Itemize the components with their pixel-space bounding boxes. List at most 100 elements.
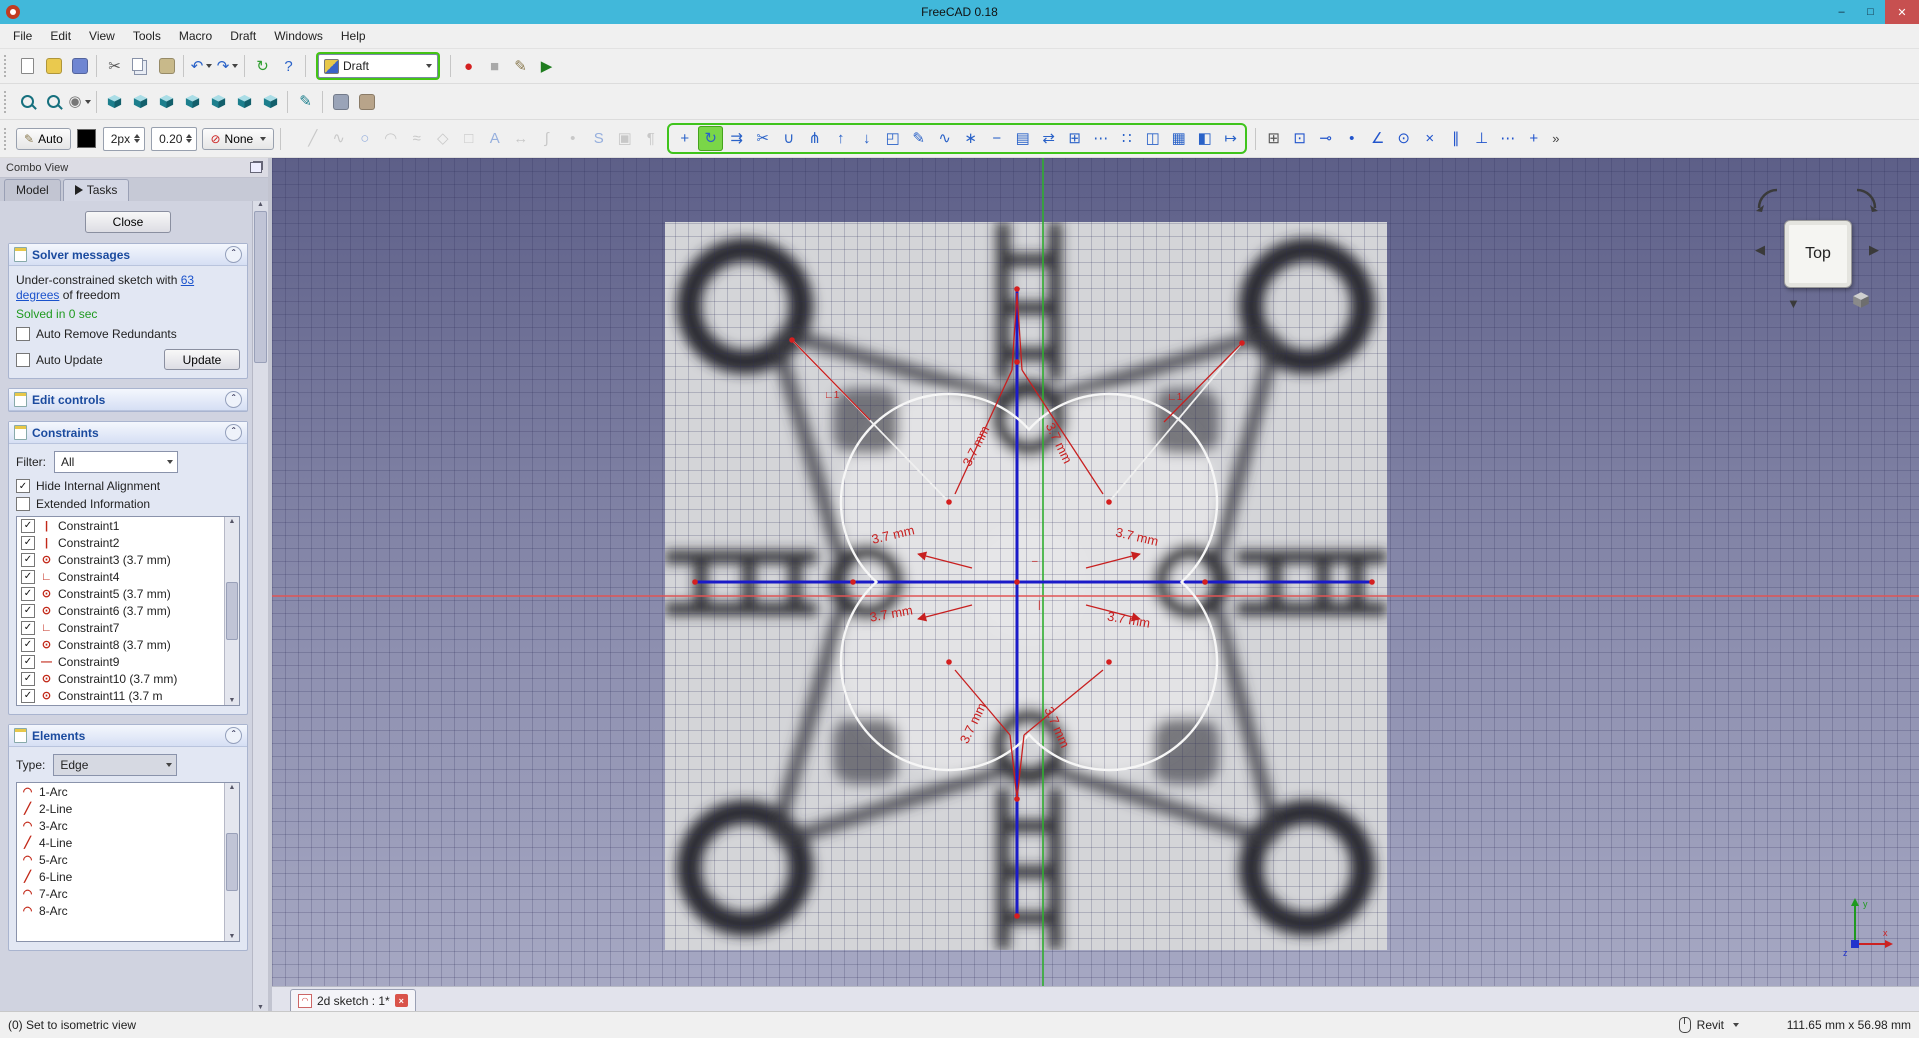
close-button[interactable]: ✕ bbox=[1885, 0, 1919, 24]
constraint-row[interactable]: ✓ | Constraint2 bbox=[17, 534, 239, 551]
dimension-label[interactable]: 3.7 mm bbox=[870, 522, 916, 546]
tab-model[interactable]: Model bbox=[4, 179, 61, 201]
menu-tools[interactable]: Tools bbox=[124, 26, 170, 46]
nav-style-selector[interactable]: Revit bbox=[1697, 1018, 1724, 1032]
draft-path-array-icon[interactable]: ⋯ bbox=[1088, 126, 1113, 151]
constraint-checkbox[interactable]: ✓ bbox=[21, 620, 35, 635]
draft-add-point-icon[interactable]: ∗ bbox=[958, 126, 983, 151]
fit-selection-icon[interactable] bbox=[41, 89, 66, 114]
constraint-checkbox[interactable]: ✓ bbox=[21, 637, 35, 652]
constraint-checkbox[interactable]: ✓ bbox=[21, 535, 35, 550]
draft-join-icon[interactable]: ∪ bbox=[776, 126, 801, 151]
sketch-point[interactable] bbox=[789, 337, 795, 343]
draft-label-icon[interactable]: ¶ bbox=[638, 126, 663, 151]
view-rear-icon[interactable] bbox=[206, 89, 231, 114]
scroll-up-icon[interactable]: ▲ bbox=[229, 784, 236, 791]
draft-clone-icon[interactable]: ◫ bbox=[1140, 126, 1165, 151]
collapse-icon[interactable]: ˆ bbox=[225, 424, 242, 441]
scroll-down-icon[interactable]: ▼ bbox=[257, 1004, 264, 1011]
snap-extension-icon[interactable]: ⋯ bbox=[1495, 126, 1520, 151]
open-file-icon[interactable] bbox=[41, 54, 66, 79]
menu-macro[interactable]: Macro bbox=[170, 26, 221, 46]
hide-internal-alignment-checkbox[interactable]: ✓ bbox=[16, 479, 30, 493]
autogroup-button[interactable]: ⊘ None bbox=[202, 127, 275, 150]
draft-array-icon[interactable]: ⊞ bbox=[1062, 126, 1087, 151]
constraint-checkbox[interactable]: ✓ bbox=[21, 654, 35, 669]
sketch-point[interactable] bbox=[1106, 659, 1112, 665]
constraint-checkbox[interactable]: ✓ bbox=[21, 552, 35, 567]
save-file-icon[interactable] bbox=[67, 54, 92, 79]
draft-arc-icon[interactable]: ◠ bbox=[378, 126, 403, 151]
dimension-label[interactable]: 3.7 mm bbox=[1106, 608, 1151, 630]
menu-windows[interactable]: Windows bbox=[265, 26, 332, 46]
draft-stretch-icon[interactable]: ↦ bbox=[1218, 126, 1243, 151]
constraint-list[interactable]: ✓ | Constraint1 ✓ | Constraint2 ✓ ⊙ Constraint3 … bbox=[16, 516, 240, 706]
sketch-point[interactable] bbox=[1239, 340, 1245, 346]
cut-icon[interactable]: ✂ bbox=[102, 54, 127, 79]
snap-midpoint-icon[interactable]: • bbox=[1339, 126, 1364, 151]
draft-delete-point-icon[interactable]: − bbox=[984, 126, 1009, 151]
element-row[interactable]: ╱ 4-Line bbox=[17, 834, 239, 851]
view-bottom-icon[interactable] bbox=[232, 89, 257, 114]
scrollbar-thumb[interactable] bbox=[226, 582, 238, 640]
constraint-checkbox[interactable]: ✓ bbox=[21, 671, 35, 686]
panel-scrollbar[interactable]: ▲ ▼ bbox=[252, 201, 268, 1011]
draft-polygon-icon[interactable]: ◇ bbox=[430, 126, 455, 151]
element-type-select[interactable]: Edge bbox=[53, 754, 178, 776]
nav-right-arrow[interactable]: ▶ bbox=[1869, 242, 1879, 258]
snap-lock-icon[interactable]: ⊡ bbox=[1287, 126, 1312, 151]
constraint-row[interactable]: ✓ | Constraint1 bbox=[17, 517, 239, 534]
workbench-selector[interactable]: Draft bbox=[318, 54, 438, 78]
constraint-checkbox[interactable]: ✓ bbox=[21, 569, 35, 584]
list-scrollbar[interactable]: ▲ ▼ bbox=[224, 517, 239, 705]
sketch-point[interactable] bbox=[1014, 359, 1020, 365]
constraint-row[interactable]: ✓ ∟ Constraint7 bbox=[17, 619, 239, 636]
sketch-point[interactable] bbox=[946, 659, 952, 665]
menu-draft[interactable]: Draft bbox=[221, 26, 265, 46]
sketch-point[interactable] bbox=[1014, 913, 1020, 919]
snap-angle-icon[interactable]: ∠ bbox=[1365, 126, 1390, 151]
draft-rotate-icon[interactable]: ↻ bbox=[698, 126, 724, 151]
draft-point-array-icon[interactable]: ∷ bbox=[1114, 126, 1139, 151]
scrollbar-thumb[interactable] bbox=[226, 833, 238, 891]
element-row[interactable]: ╱ 6-Line bbox=[17, 868, 239, 885]
draft-wire-icon[interactable]: ∿ bbox=[326, 126, 351, 151]
constraint-row[interactable]: ✓ ⊙ Constraint11 (3.7 m bbox=[17, 687, 239, 704]
extended-information-checkbox[interactable] bbox=[16, 497, 30, 511]
nav-down-arrow[interactable]: ▼ bbox=[1787, 296, 1800, 311]
snap-center-icon[interactable]: ⊙ bbox=[1391, 126, 1416, 151]
draft-to-sketch-icon[interactable]: ⇄ bbox=[1036, 126, 1061, 151]
draw-style-icon[interactable]: ◉ bbox=[67, 89, 92, 114]
dimension-label[interactable]: 3.7 mm bbox=[959, 423, 992, 468]
element-row[interactable]: ◠ 5-Arc bbox=[17, 851, 239, 868]
view-right-icon[interactable] bbox=[180, 89, 205, 114]
constraint-checkbox[interactable]: ✓ bbox=[21, 586, 35, 601]
menu-view[interactable]: View bbox=[80, 26, 124, 46]
minimize-button[interactable]: – bbox=[1827, 0, 1856, 24]
nav-left-arrow[interactable]: ◀ bbox=[1755, 242, 1765, 258]
element-row[interactable]: ◠ 7-Arc bbox=[17, 885, 239, 902]
nav-cube[interactable]: Top bbox=[1784, 220, 1852, 288]
maximize-button[interactable]: □ bbox=[1856, 0, 1885, 24]
document-tab[interactable]: ◠ 2d sketch : 1* × bbox=[290, 989, 416, 1011]
draft-offset-icon[interactable]: ⇉ bbox=[724, 126, 749, 151]
clipping-plane-icon[interactable] bbox=[328, 89, 353, 114]
scroll-up-icon[interactable]: ▲ bbox=[229, 518, 236, 525]
line-width-combo[interactable]: 2px bbox=[102, 126, 146, 151]
draft-circle-icon[interactable]: ○ bbox=[352, 126, 377, 151]
draft-trimex-icon[interactable]: ✂ bbox=[750, 126, 775, 151]
3d-viewport[interactable]: 3.7 mm 3.7 mm 3.7 mm 3.7 mm 3.7 mm 3.7 mm 3.7 … bbox=[272, 158, 1919, 986]
paste-icon[interactable] bbox=[154, 54, 179, 79]
measure-distance-icon[interactable]: ✎ bbox=[293, 89, 318, 114]
sketch-point[interactable] bbox=[1014, 579, 1020, 585]
constraint-checkbox[interactable]: ✓ bbox=[21, 688, 35, 703]
constraint-row[interactable]: ✓ — Constraint9 bbox=[17, 653, 239, 670]
undo-icon[interactable]: ↶ bbox=[189, 54, 214, 79]
sketch-point[interactable] bbox=[1014, 286, 1020, 292]
rotate-ccw-arrow-icon[interactable] bbox=[1755, 186, 1781, 212]
redo-icon[interactable]: ↷ bbox=[215, 54, 240, 79]
constraint-checkbox[interactable]: ✓ bbox=[21, 603, 35, 618]
whats-this-icon[interactable]: ? bbox=[276, 54, 301, 79]
fit-all-icon[interactable] bbox=[15, 89, 40, 114]
draft-mirror-icon[interactable]: ◧ bbox=[1192, 126, 1217, 151]
